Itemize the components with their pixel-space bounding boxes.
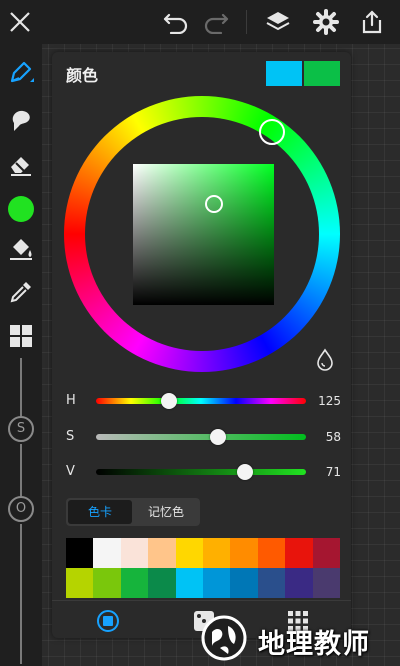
palette-swatch[interactable]: [93, 568, 121, 598]
color-panel: 颜色 H 125 S 58 V 71 色卡 记忆色: [52, 52, 351, 638]
palette-swatch[interactable]: [285, 568, 313, 598]
saturation-label: S: [66, 429, 75, 444]
panel-title: 颜色: [66, 66, 99, 85]
color-palette: [66, 538, 340, 598]
palette-swatch[interactable]: [257, 538, 286, 568]
blend-drop-icon[interactable]: [314, 348, 336, 372]
palette-swatch[interactable]: [120, 538, 149, 568]
palette-swatch[interactable]: [66, 568, 94, 598]
size-slider-track[interactable]: [20, 358, 22, 416]
hue-value: 125: [318, 394, 341, 408]
palette-swatch[interactable]: [175, 568, 203, 598]
new-color-swatch[interactable]: [304, 61, 340, 86]
eyedropper-icon[interactable]: [5, 276, 37, 308]
palette-swatch[interactable]: [175, 538, 203, 568]
palette-swatch[interactable]: [66, 538, 94, 568]
share-icon[interactable]: [356, 6, 388, 38]
undo-icon[interactable]: [160, 6, 192, 38]
value-slider-thumb[interactable]: [237, 464, 254, 480]
smudge-icon[interactable]: [5, 104, 37, 136]
saturation-value: 58: [325, 430, 341, 444]
eraser-icon[interactable]: [5, 148, 37, 180]
palette-tabs: 色卡 记忆色: [66, 498, 200, 526]
palette-swatch[interactable]: [202, 538, 231, 568]
palette-swatch[interactable]: [93, 538, 121, 568]
toolbar-divider: [246, 10, 247, 34]
watermark-logo: [200, 614, 248, 662]
hue-label: H: [66, 393, 76, 408]
palette-swatch[interactable]: [230, 538, 258, 568]
hue-slider-thumb[interactable]: [160, 393, 177, 409]
palette-swatch[interactable]: [148, 568, 176, 598]
redo-icon[interactable]: [200, 6, 232, 38]
tool-sidebar: S O: [0, 44, 42, 666]
value-label: V: [66, 464, 75, 479]
palette-swatch[interactable]: [312, 538, 340, 568]
fill-bucket-icon[interactable]: [5, 232, 37, 264]
palette-swatch[interactable]: [285, 538, 313, 568]
brush-icon[interactable]: [5, 56, 37, 88]
palette-swatch[interactable]: [148, 538, 176, 568]
opacity-slider-knob[interactable]: O: [8, 496, 34, 522]
opacity-slider-track[interactable]: [20, 524, 22, 664]
grid-icon[interactable]: [5, 320, 37, 352]
tab-recent-colors[interactable]: 记忆色: [134, 500, 198, 524]
hue-wheel-marker[interactable]: [259, 119, 285, 145]
close-icon[interactable]: [4, 6, 36, 38]
gear-icon[interactable]: [310, 6, 342, 38]
top-toolbar: [0, 0, 400, 44]
palette-swatch[interactable]: [120, 568, 149, 598]
color-wheel-mode-icon[interactable]: [96, 609, 120, 633]
tab-swatches[interactable]: 色卡: [68, 500, 132, 524]
palette-swatch[interactable]: [257, 568, 286, 598]
saturation-value-square[interactable]: [133, 164, 274, 305]
size-slider-track-lower[interactable]: [20, 444, 22, 496]
palette-swatch[interactable]: [202, 568, 231, 598]
size-slider-knob[interactable]: S: [8, 416, 34, 442]
watermark-text: 地理教师: [258, 629, 370, 660]
value-value: 71: [325, 465, 341, 479]
value-slider-track[interactable]: [96, 469, 306, 475]
hue-slider-track[interactable]: [96, 398, 306, 404]
saturation-value-marker[interactable]: [205, 195, 223, 213]
saturation-slider-thumb[interactable]: [209, 429, 226, 445]
color-swatch[interactable]: [8, 196, 34, 222]
current-color-swatch[interactable]: [266, 61, 302, 86]
palette-swatch[interactable]: [230, 568, 258, 598]
palette-swatch[interactable]: [312, 568, 340, 598]
layers-icon[interactable]: [262, 6, 294, 38]
saturation-slider-track[interactable]: [96, 434, 306, 440]
